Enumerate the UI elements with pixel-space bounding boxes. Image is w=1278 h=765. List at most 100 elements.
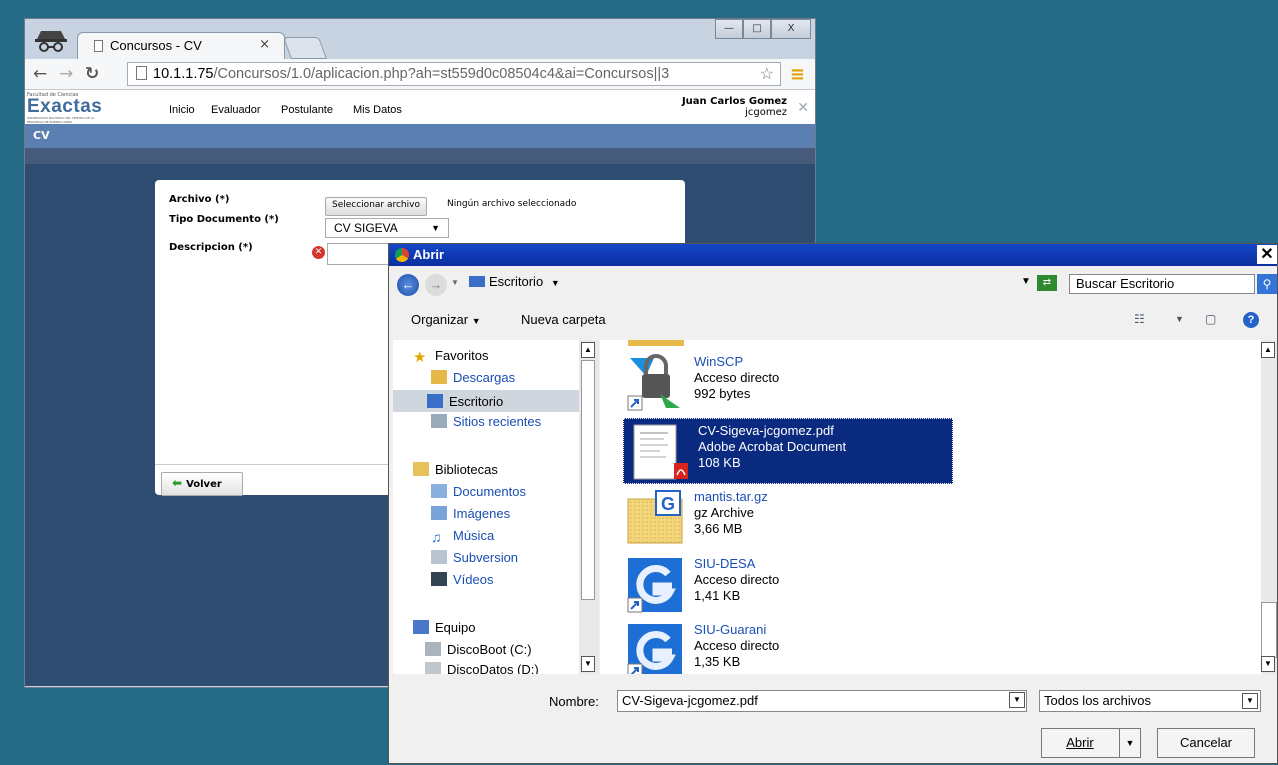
nav-documentos-label: Documentos [453, 484, 526, 499]
nav-inicio[interactable]: Inicio [169, 104, 195, 116]
forward-arrow-icon[interactable]: → [59, 64, 73, 84]
new-tab-button[interactable] [282, 37, 328, 59]
file-list-scrollbar[interactable]: ▲ ▼ [1261, 340, 1277, 674]
tab-concursos[interactable]: Concursos - CV × [77, 32, 285, 59]
nav-postulante[interactable]: Postulante [281, 104, 333, 116]
tipo-documento-label: Tipo Documento (*) [169, 214, 279, 225]
scroll-down-icon[interactable]: ▼ [581, 656, 595, 672]
user-login: jcgomez [745, 107, 787, 118]
organize-button[interactable]: Organizar ▼ [411, 312, 481, 327]
file-item[interactable]: WinSCP Acceso directo 992 bytes [620, 350, 950, 416]
address-bar[interactable]: 10.1.1.75/Concursos/1.0/aplicacion.php?a… [127, 62, 781, 86]
scroll-up-icon[interactable]: ▲ [1261, 342, 1275, 358]
exactas-logo: Facultad de Ciencias Exactas UNIVERSIDAD… [27, 92, 105, 124]
navigation-pane: ★ Favoritos Descargas Escritorio Sitios r… [393, 340, 579, 674]
archivo-label: Archivo (*) [169, 194, 230, 205]
incognito-icon [35, 31, 67, 52]
maximize-button[interactable]: □ [743, 19, 771, 39]
tab-title: Concursos - CV [110, 38, 202, 53]
history-chevron-icon[interactable]: ▼ [451, 278, 459, 287]
nav-mis-datos[interactable]: Mis Datos [353, 104, 402, 116]
nav-musica[interactable]: ♫ Música [431, 528, 495, 545]
nav-scrollbar[interactable]: ▲ ▼ [579, 340, 599, 674]
user-name: Juan Carlos Gomez [681, 96, 787, 107]
section-bar: CV [25, 124, 815, 148]
nav-subversion[interactable]: Subversion [431, 550, 518, 565]
chevron-down-icon: ▼ [1009, 692, 1025, 708]
cancel-button[interactable]: Cancelar [1157, 728, 1255, 758]
nav-equipo[interactable]: Equipo [413, 620, 475, 635]
forward-arrow-icon[interactable]: → [425, 274, 447, 296]
winscp-icon [627, 354, 680, 411]
preview-pane-icon[interactable]: ▢ [1205, 312, 1216, 326]
nav-musica-label: Música [453, 528, 495, 543]
dialog-close-icon[interactable]: ✕ [1257, 245, 1277, 264]
nav-bibliotecas[interactable]: Bibliotecas [413, 462, 498, 477]
partial-file-icon [628, 340, 684, 346]
help-icon[interactable]: ? [1243, 312, 1259, 328]
nav-drive-d[interactable]: DiscoDatos (D:) [425, 662, 539, 674]
open-button[interactable]: Abrir ▼ [1041, 728, 1141, 758]
bookmark-star-icon[interactable]: ☆ [760, 64, 774, 85]
nav-videos[interactable]: Vídeos [431, 572, 493, 587]
menu-icon[interactable]: ≡ [790, 64, 805, 85]
filename-input[interactable]: CV-Sigeva-jcgomez.pdf [617, 690, 1027, 712]
music-icon: ♫ [431, 529, 442, 545]
minimize-button[interactable]: — [715, 19, 743, 39]
nav-subversion-label: Subversion [453, 550, 519, 565]
nav-evaluador[interactable]: Evaluador [211, 104, 261, 116]
new-folder-button[interactable]: Nueva carpeta [521, 312, 606, 327]
window-controls: — □ X [715, 19, 811, 39]
file-size: 1,35 KB [694, 654, 741, 669]
nav-escritorio[interactable]: Escritorio [393, 390, 579, 412]
view-dropdown-icon[interactable]: ▼ [1175, 314, 1184, 324]
reload-icon[interactable]: ↻ [85, 64, 99, 84]
refresh-icon[interactable]: ⇄ [1037, 275, 1057, 291]
browser-toolbar: ← → ↻ 10.1.1.75/Concursos/1.0/aplicacion… [25, 59, 815, 90]
filter-value: Todos los archivos [1044, 693, 1151, 708]
logo-text: Exactas [27, 96, 103, 117]
address-dropdown-icon[interactable]: ▼ [1021, 276, 1031, 287]
scroll-thumb[interactable] [581, 360, 595, 600]
tipo-documento-select[interactable]: CV SIGEVA ▼ [325, 218, 449, 238]
location-breadcrumb[interactable]: Escritorio ▼ [469, 274, 1031, 294]
nav-descargas[interactable]: Descargas [431, 370, 515, 385]
file-status: Ningún archivo seleccionado [447, 199, 577, 209]
open-dropdown-icon[interactable]: ▼ [1119, 729, 1140, 757]
scroll-up-icon[interactable]: ▲ [581, 342, 595, 358]
file-item-selected[interactable]: CV-Sigeva-jcgomez.pdf Adobe Acrobat Docu… [623, 418, 953, 484]
open-file-dialog: Abrir ✕ ← → ▼ Escritorio ▼ ▼ ⇄ Buscar Es… [388, 243, 1278, 764]
nav-sitios-recientes-label: Sitios recientes [453, 414, 542, 429]
search-input[interactable]: Buscar Escritorio [1069, 274, 1255, 294]
nav-descargas-label: Descargas [453, 370, 516, 385]
url-path: /Concursos/1.0/aplicacion.php?ah=st559d0… [213, 66, 670, 82]
tab-close-icon[interactable]: × [259, 37, 270, 52]
logout-icon[interactable]: ✕ [797, 100, 809, 116]
back-arrow-icon[interactable]: ← [397, 274, 419, 296]
close-window-button[interactable]: X [771, 19, 811, 39]
file-type-filter[interactable]: Todos los archivos ▼ [1039, 690, 1261, 712]
filename-history-dropdown[interactable]: ▼ [1003, 690, 1027, 712]
nav-equipo-label: Equipo [435, 620, 476, 635]
scroll-down-icon[interactable]: ▼ [1261, 656, 1275, 672]
nav-imagenes[interactable]: Imágenes [431, 506, 510, 521]
select-file-button[interactable]: Seleccionar archivo [325, 197, 427, 216]
nav-sitios-recientes[interactable]: Sitios recientes [431, 414, 541, 429]
file-item[interactable]: SIU-Guarani Acceso directo 1,35 KB [620, 618, 950, 674]
archive-icon: G [627, 490, 683, 544]
file-name: SIU-Guarani [694, 622, 767, 637]
file-type: Acceso directo [694, 370, 780, 385]
star-icon: ★ [413, 349, 427, 366]
open-label: Abrir [1066, 735, 1094, 750]
nav-documentos[interactable]: Documentos [431, 484, 526, 499]
back-arrow-icon[interactable]: ← [33, 64, 47, 84]
search-icon[interactable]: ⚲ [1257, 274, 1277, 294]
nav-favorites[interactable]: ★ Favoritos [413, 348, 488, 366]
volver-button[interactable]: ⬅ Volver [161, 472, 243, 496]
file-item[interactable]: SIU-DESA Acceso directo 1,41 KB [620, 552, 950, 618]
nav-drive-c[interactable]: DiscoBoot (C:) [425, 642, 532, 657]
scroll-thumb[interactable] [1261, 602, 1277, 658]
view-options-icon[interactable]: ☷ [1134, 312, 1145, 326]
file-item[interactable]: G mantis.tar.gz gz Archive 3,66 MB [620, 485, 950, 551]
file-type: gz Archive [694, 505, 754, 520]
